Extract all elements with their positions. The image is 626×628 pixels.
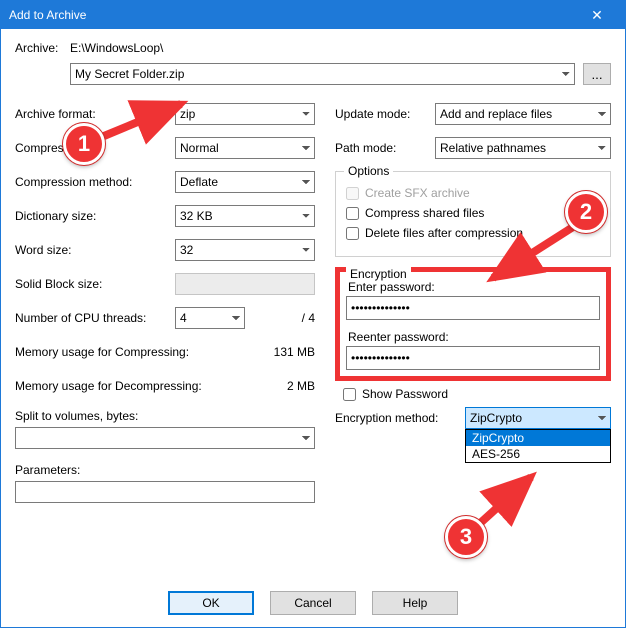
right-column: Update mode: Add and replace files Path … [335,103,611,503]
annotation-badge-2: 2 [565,191,607,233]
close-icon[interactable]: ✕ [577,7,617,24]
format-select[interactable]: zip [175,103,315,125]
titlebar: Add to Archive ✕ [1,1,625,29]
threads-max: / 4 [245,311,315,325]
method-select[interactable]: Deflate [175,171,315,193]
format-label: Archive format: [15,107,175,121]
password-confirm-input[interactable] [346,346,600,370]
browse-button[interactable]: ... [583,63,611,85]
opt-delete[interactable]: Delete files after compression [346,226,600,240]
memcomp-value: 131 MB [215,345,315,359]
encmethod-option-aes256[interactable]: AES-256 [466,446,610,462]
annotation-badge-3: 3 [445,516,487,558]
reenter-pw-label: Reenter password: [348,330,600,344]
annotation-badge-1: 1 [63,123,105,165]
opt-delete-checkbox[interactable] [346,227,359,240]
params-input[interactable] [15,481,315,503]
pathmode-select[interactable]: Relative pathnames [435,137,611,159]
update-label: Update mode: [335,107,435,121]
pathmode-label: Path mode: [335,141,435,155]
opt-sfx: Create SFX archive [346,186,600,200]
encmethod-dropdown[interactable]: ZipCrypto AES-256 [465,429,611,463]
method-label: Compression method: [15,175,175,189]
enter-pw-label: Enter password: [348,280,600,294]
show-password[interactable]: Show Password [343,387,611,401]
encryption-group: Encryption Enter password: Reenter passw… [335,267,611,381]
encmethod-option-zipcrypto[interactable]: ZipCrypto [466,430,610,446]
solid-select [175,273,315,295]
footer: OK Cancel Help [1,591,625,615]
options-title: Options [344,164,393,178]
update-select[interactable]: Add and replace files [435,103,611,125]
threads-select[interactable]: 4 [175,307,245,329]
dict-label: Dictionary size: [15,209,175,223]
cancel-button[interactable]: Cancel [270,591,356,615]
password-input[interactable] [346,296,600,320]
left-column: Archive format: zip Compressi Normal Com… [15,103,315,503]
memdecomp-value: 2 MB [215,379,315,393]
word-label: Word size: [15,243,175,257]
dict-select[interactable]: 32 KB [175,205,315,227]
archive-filename-select[interactable]: My Secret Folder.zip [70,63,575,85]
opt-shared[interactable]: Compress shared files [346,206,600,220]
ok-button[interactable]: OK [168,591,254,615]
show-password-checkbox[interactable] [343,388,356,401]
archive-label: Archive: [15,41,70,55]
archive-path: E:\WindowsLoop\ [70,41,163,55]
threads-label: Number of CPU threads: [15,311,175,325]
memdecomp-label: Memory usage for Decompressing: [15,379,215,393]
encmethod-select[interactable]: ZipCrypto [465,407,611,429]
split-select[interactable] [15,427,315,449]
encmethod-label: Encryption method: [335,411,465,425]
params-label: Parameters: [15,463,315,477]
memcomp-label: Memory usage for Compressing: [15,345,215,359]
help-button[interactable]: Help [372,591,458,615]
opt-sfx-checkbox [346,187,359,200]
split-label: Split to volumes, bytes: [15,409,315,423]
level-select[interactable]: Normal [175,137,315,159]
encryption-title: Encryption [346,267,411,281]
opt-shared-checkbox[interactable] [346,207,359,220]
word-select[interactable]: 32 [175,239,315,261]
window-title: Add to Archive [9,8,86,22]
solid-label: Solid Block size: [15,277,175,291]
